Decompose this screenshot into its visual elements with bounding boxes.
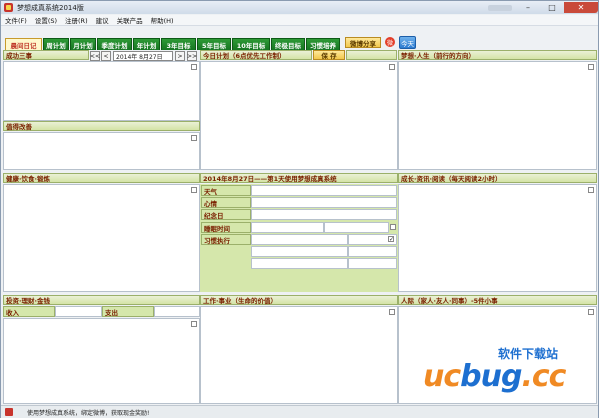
tab-year-plan[interactable]: 年计划 <box>133 38 160 50</box>
today-button[interactable]: 今天 <box>399 36 416 49</box>
people-header: 人际（家人·友人·同事）-5件小事 <box>398 295 597 305</box>
expense-label: 支出 <box>102 306 154 317</box>
tab-3year-goal[interactable]: 3年目标 <box>161 38 196 50</box>
menu-suggest[interactable]: 建议 <box>92 15 113 25</box>
habit-input-6[interactable] <box>348 258 397 269</box>
menu-help[interactable]: 帮助(H) <box>147 15 178 25</box>
title-bar: 梦想成真系统2014版 – □ ✕ <box>1 1 598 14</box>
dream-checkbox[interactable] <box>588 64 594 70</box>
improve-panel[interactable] <box>3 132 200 170</box>
memorial-label: 纪念日 <box>201 209 251 220</box>
work-checkbox[interactable] <box>389 309 395 315</box>
growth-checkbox[interactable] <box>588 187 594 193</box>
watermark-brand: ucbug.cc <box>423 359 566 394</box>
growth-panel[interactable] <box>398 184 597 292</box>
health-panel[interactable] <box>3 184 200 292</box>
weibo-share-button[interactable]: 微博分享 <box>345 37 381 48</box>
status-icon <box>5 408 13 416</box>
menu-register[interactable]: 注册(R) <box>61 15 92 25</box>
menu-file[interactable]: 文件(F) <box>1 15 31 25</box>
watermark-logo: 软件下载站 ucbug.cc <box>401 341 596 401</box>
menu-bar: 文件(F) 设置(S) 注册(R) 建议 关联产品 帮助(H) <box>1 15 598 26</box>
watermark-brand-a: uc <box>423 359 461 394</box>
menu-products[interactable]: 关联产品 <box>113 15 147 25</box>
status-bar: 使用梦想成真系统，绑定微博，获取现金奖励! <box>1 405 598 418</box>
diary-header: 2014年8月27日——第1天使用梦想成真系统 <box>200 173 398 183</box>
minimize-button[interactable]: – <box>516 2 540 13</box>
today-plan-header: 今日计划（6点优先工作制） <box>200 50 312 60</box>
tab-bar: 晨间日记 周计划 月计划 季度计划 年计划 3年目标 5年目标 10年目标 终极… <box>1 38 598 50</box>
memorial-input[interactable] <box>251 209 397 220</box>
today-plan-panel[interactable] <box>200 61 398 170</box>
tab-quarter-plan[interactable]: 季度计划 <box>97 38 132 50</box>
people-checkbox[interactable] <box>588 309 594 315</box>
save-button[interactable]: 保 存 <box>313 50 345 60</box>
success-panel[interactable] <box>3 61 200 121</box>
app-icon <box>4 3 13 12</box>
today-plan-header-fill <box>346 50 397 60</box>
tab-week-plan[interactable]: 周计划 <box>43 38 69 50</box>
date-prev-prev-button[interactable]: << <box>90 51 100 61</box>
mood-label: 心情 <box>201 197 251 208</box>
work-header: 工作·事业（生命的价值） <box>200 295 398 305</box>
app-window: 梦想成真系统2014版 – □ ✕ 文件(F) 设置(S) 注册(R) 建议 关… <box>0 0 599 418</box>
success-checkbox[interactable] <box>191 64 197 70</box>
habit-label: 习惯执行 <box>201 234 251 245</box>
sleep-label: 睡眠时间 <box>201 222 251 233</box>
watermark-brand-b: bug <box>460 359 522 394</box>
work-panel[interactable] <box>200 306 398 404</box>
window-title: 梦想成真系统2014版 <box>17 3 84 12</box>
tab-ultimate-goal[interactable]: 终极目标 <box>271 38 305 50</box>
health-header: 健康·饮食·锻炼 <box>3 173 200 183</box>
watermark-suffix: .cc <box>521 359 566 394</box>
improve-checkbox[interactable] <box>191 135 197 141</box>
income-input[interactable] <box>55 306 102 317</box>
title-info <box>488 4 512 11</box>
improve-header: 值得改善 <box>3 121 200 131</box>
tab-morning-diary[interactable]: 晨间日记 <box>5 38 42 50</box>
status-text[interactable]: 使用梦想成真系统，绑定微博，获取现金奖励! <box>27 408 149 417</box>
habit-checkbox-checked[interactable]: ✓ <box>388 236 394 243</box>
tab-habit[interactable]: 习惯培养 <box>306 38 340 50</box>
dream-header: 梦想·人生（前行的方向） <box>398 50 597 60</box>
dream-panel[interactable] <box>398 61 597 170</box>
date-next-button[interactable]: > <box>175 51 185 61</box>
menu-settings[interactable]: 设置(S) <box>31 15 61 25</box>
close-button[interactable]: ✕ <box>564 2 598 13</box>
sleep-start-input[interactable] <box>251 222 324 233</box>
date-value: 2014年 8月27日 <box>116 53 163 61</box>
habit-input-1[interactable] <box>251 234 348 245</box>
growth-header: 成长·资讯·阅读（每天阅读2小时） <box>398 173 597 183</box>
income-label: 收入 <box>3 306 55 317</box>
invest-header: 投资·理财·金钱 <box>3 295 200 305</box>
date-picker[interactable]: 2014年 8月27日 <box>113 51 173 61</box>
weibo-icon[interactable]: 微 <box>385 37 395 47</box>
tab-5year-goal[interactable]: 5年目标 <box>197 38 231 50</box>
habit-input-4[interactable] <box>348 246 397 257</box>
sleep-checkbox[interactable] <box>390 224 396 230</box>
weather-input[interactable] <box>251 185 397 196</box>
habit-input-3[interactable] <box>251 246 348 257</box>
sleep-end-input[interactable] <box>324 222 389 233</box>
health-checkbox[interactable] <box>191 187 197 193</box>
maximize-button[interactable]: □ <box>540 2 564 13</box>
today-plan-checkbox[interactable] <box>389 64 395 70</box>
habit-input-5[interactable] <box>251 258 348 269</box>
date-next-next-button[interactable]: >> <box>187 51 197 61</box>
date-prev-button[interactable]: < <box>101 51 111 61</box>
invest-panel[interactable] <box>3 318 200 404</box>
invest-checkbox[interactable] <box>191 321 197 327</box>
success-header: 成功三事 <box>3 50 89 60</box>
tab-month-plan[interactable]: 月计划 <box>70 38 96 50</box>
weather-label: 天气 <box>201 185 251 196</box>
tab-10year-goal[interactable]: 10年目标 <box>232 38 270 50</box>
mood-input[interactable] <box>251 197 397 208</box>
expense-input[interactable] <box>154 306 200 317</box>
